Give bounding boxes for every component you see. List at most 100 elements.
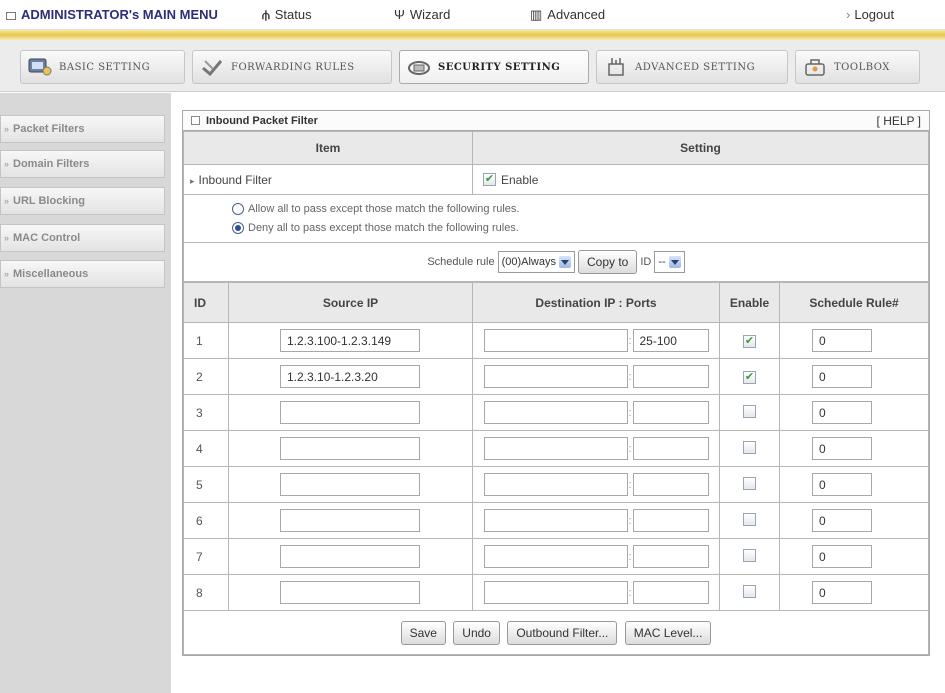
dest-cell: : [472, 394, 720, 431]
panel-title-bar: Inbound Packet Filter [ HELP ] [183, 111, 929, 131]
source-ip-input[interactable]: 1.2.3.10-1.2.3.20 [280, 365, 420, 388]
schedule-rule-input[interactable]: 0 [812, 509, 872, 532]
source-ip-cell: 1.2.3.100-1.2.3.149 [228, 322, 473, 359]
dest-ip-input[interactable] [483, 473, 628, 496]
chevron-down-icon [668, 256, 681, 268]
wizard-icon: Ψ [394, 7, 405, 22]
enable-cell [719, 502, 780, 539]
tab-basic-setting[interactable]: BASIC SETTING [20, 50, 185, 84]
col-dest-header: Destination IP : Ports [472, 282, 720, 323]
id-select[interactable]: -- [654, 251, 685, 273]
status-link[interactable]: ⫛ Status [262, 7, 312, 23]
allow-option[interactable]: Allow all to pass except those match the… [232, 200, 928, 219]
dest-ip-input[interactable] [483, 437, 628, 460]
sidebar-item-domain-filters[interactable]: » Domain Filters [0, 150, 165, 178]
dest-ip-input[interactable] [483, 581, 628, 604]
rule-id: 4 [183, 430, 229, 467]
monitor-icon [27, 56, 53, 78]
copy-to-button[interactable]: Copy to [578, 250, 638, 274]
allow-radio[interactable] [232, 203, 244, 215]
source-ip-input[interactable] [280, 509, 420, 532]
help-link[interactable]: [ HELP ] [877, 114, 921, 128]
dest-ip-input[interactable] [483, 365, 628, 388]
dest-port-input[interactable]: 25-100 [632, 329, 709, 352]
sidebar-item-url-blocking[interactable]: » URL Blocking [0, 187, 165, 215]
deny-radio[interactable] [232, 222, 244, 234]
source-ip-input[interactable] [280, 473, 420, 496]
tab-forwarding-rules[interactable]: FORWARDING RULES [192, 50, 392, 84]
dest-port-input[interactable] [632, 473, 709, 496]
main-menu-title[interactable]: ADMINISTRATOR's MAIN MENU [6, 7, 218, 22]
dest-ip-input[interactable] [483, 329, 628, 352]
rule-enable-checkbox[interactable]: ✔ [743, 371, 756, 384]
table-row: 1 1.2.3.100-1.2.3.149:25-100 ✔ 0 [183, 322, 929, 359]
enable-cell [719, 466, 780, 503]
dest-port-input[interactable] [632, 365, 709, 388]
source-ip-input[interactable]: 1.2.3.100-1.2.3.149 [280, 329, 420, 352]
bullet-icon: » [4, 233, 10, 243]
schedule-select[interactable]: (00)Always [497, 251, 575, 273]
col-enable-header: Enable [719, 282, 780, 323]
rule-enable-checkbox[interactable] [743, 548, 756, 562]
inbound-filter-label: ▸ Inbound Filter [183, 164, 473, 195]
rule-id: 7 [183, 538, 229, 575]
rule-enable-checkbox[interactable]: ✔ [743, 335, 756, 348]
dest-ip-input[interactable] [483, 509, 628, 532]
schedule-rule-input[interactable]: 0 [812, 581, 872, 604]
enable-cell: ✔ [719, 322, 780, 359]
dest-ip-input[interactable] [483, 545, 628, 568]
source-ip-input[interactable] [280, 581, 420, 604]
col-id-header: ID [183, 282, 229, 323]
dest-port-input[interactable] [632, 509, 709, 532]
schedule-rule-input[interactable]: 0 [812, 437, 872, 460]
rules-table: ID Source IP Destination IP : Ports Enab… [183, 282, 929, 655]
enable-checkbox[interactable]: ✔ [483, 173, 496, 187]
schedule-rule-input[interactable]: 0 [812, 545, 872, 568]
lock-icon [406, 56, 432, 78]
footer-buttons: Save Undo Outbound Filter... MAC Level..… [183, 610, 929, 655]
source-ip-input[interactable] [280, 437, 420, 460]
rule-enable-checkbox[interactable] [743, 584, 756, 598]
tab-toolbox[interactable]: TOOLBOX [795, 50, 920, 84]
logout-link[interactable]: › Logout [846, 7, 894, 22]
rule-enable-checkbox[interactable] [743, 476, 756, 490]
dest-cell: : [472, 358, 720, 395]
wizard-link[interactable]: Ψ Wizard [394, 7, 450, 22]
rule-enable-checkbox[interactable] [743, 440, 756, 454]
window-icon [6, 11, 16, 20]
dest-port-input[interactable] [632, 401, 709, 424]
enable-label: Enable [501, 172, 539, 187]
sidebar-item-packet-filters[interactable]: » Packet Filters [0, 115, 165, 143]
deny-option[interactable]: Deny all to pass except those match the … [232, 219, 928, 238]
bullet-icon: » [4, 196, 10, 206]
dest-port-input[interactable] [632, 437, 709, 460]
schedule-rule-input[interactable]: 0 [812, 401, 872, 424]
sidebar-item-mac-control[interactable]: » MAC Control [0, 224, 165, 252]
bullet-icon: » [4, 269, 10, 279]
advanced-link[interactable]: ▥ Advanced [530, 7, 605, 23]
table-row: 7: 0 [183, 538, 929, 575]
source-ip-input[interactable] [280, 545, 420, 568]
table-row: 3: 0 [183, 394, 929, 431]
mac-level-button[interactable]: MAC Level... [624, 620, 712, 645]
save-button[interactable]: Save [400, 620, 446, 645]
dest-port-input[interactable] [632, 545, 709, 568]
outbound-filter-button[interactable]: Outbound Filter... [507, 620, 618, 645]
rule-enable-checkbox[interactable] [743, 512, 756, 526]
status-icon: ⫛ [262, 7, 270, 22]
rule-enable-checkbox[interactable] [743, 404, 756, 418]
dest-port-input[interactable] [632, 581, 709, 604]
schedule-rule-input[interactable]: 0 [812, 473, 872, 496]
chevron-down-icon [559, 256, 571, 268]
schedule-rule-input[interactable]: 0 [812, 365, 872, 388]
undo-button[interactable]: Undo [453, 620, 500, 645]
dest-ip-input[interactable] [483, 401, 628, 424]
tab-advanced-setting[interactable]: ADVANCED SETTING [596, 50, 788, 84]
tab-security-setting[interactable]: SECURITY SETTING [399, 50, 589, 84]
source-ip-input[interactable] [280, 401, 420, 424]
bullet-icon: ▸ [190, 175, 195, 186]
schedule-rule-input[interactable]: 0 [812, 329, 872, 352]
schedule-rule-cell: 0 [779, 502, 929, 539]
source-ip-cell [228, 502, 473, 539]
sidebar-item-miscellaneous[interactable]: » Miscellaneous [0, 260, 165, 288]
